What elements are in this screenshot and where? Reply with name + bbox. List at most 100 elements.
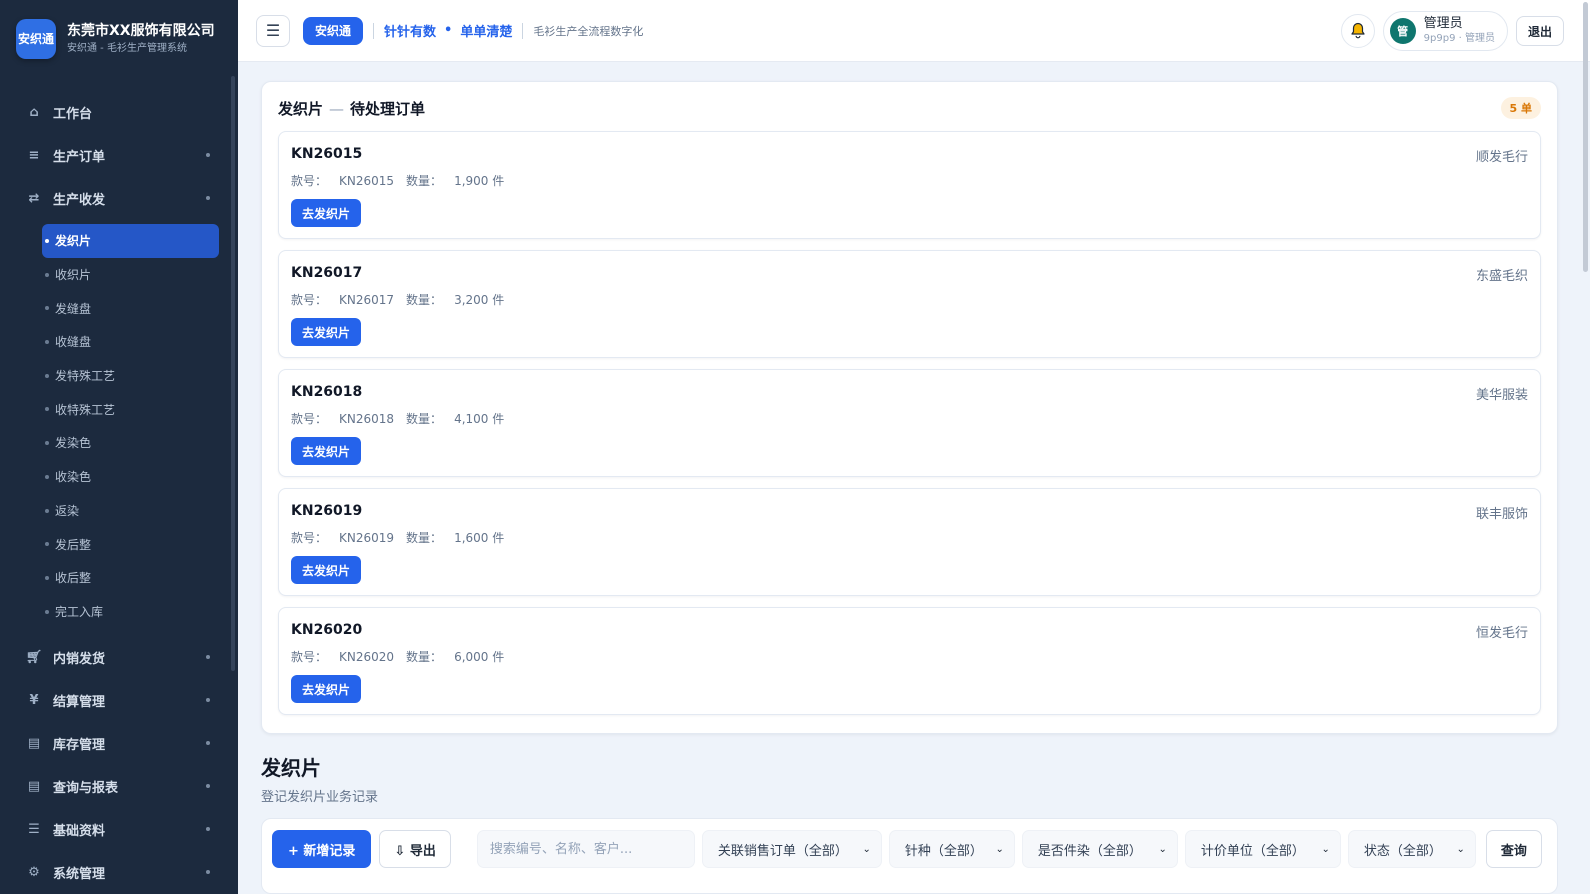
order-style: KN26020 bbox=[339, 650, 395, 664]
slogan: 针针有数 • 单单清楚 bbox=[384, 21, 512, 40]
notification-button[interactable] bbox=[1340, 14, 1375, 48]
pricing-unit-filter[interactable]: 计价单位（全部） ⌄ bbox=[1184, 830, 1341, 868]
submenu-item-receive-finishing[interactable]: 收后整 bbox=[42, 561, 219, 595]
submenu-item-finished-warehousing[interactable]: 完工入库 bbox=[42, 595, 219, 629]
chevron-icon bbox=[206, 784, 210, 789]
select-value: 计价单位（全部） bbox=[1200, 843, 1305, 859]
order-qty: 3,200 件 bbox=[454, 293, 505, 307]
sidebar-item-system[interactable]: ⚙ 系统管理 bbox=[0, 851, 238, 894]
submenu-item-receive-knit-panels[interactable]: 收织片 bbox=[42, 258, 219, 292]
order-style: KN26019 bbox=[339, 531, 395, 545]
order-code: KN26017 bbox=[291, 265, 363, 281]
order-card: KN26019 联丰服饰 款号： KN26019 数量： 1,600 件 去发织片 bbox=[278, 488, 1541, 596]
sidebar-scrollbar[interactable] bbox=[231, 76, 235, 671]
avatar: 管 bbox=[1389, 18, 1416, 44]
divider bbox=[373, 22, 375, 39]
panel-title: 发织片 — 待处理订单 bbox=[278, 98, 425, 119]
send-knit-panels-button[interactable]: 去发织片 bbox=[291, 437, 362, 465]
add-record-button[interactable]: + 新增记录 bbox=[272, 830, 372, 868]
order-qty: 1,900 件 bbox=[454, 174, 505, 188]
submenu-item-receive-dyeing[interactable]: 收染色 bbox=[42, 460, 219, 494]
style-label: 款号： bbox=[291, 531, 328, 545]
divider bbox=[522, 22, 524, 39]
sidebar-item-inventory[interactable]: ▤ 库存管理 bbox=[0, 722, 238, 765]
logout-button[interactable]: 退出 bbox=[1515, 16, 1564, 46]
panel-title-main: 发织片 bbox=[278, 100, 324, 118]
panel-title-separator: — bbox=[329, 100, 345, 118]
order-customer: 联丰服饰 bbox=[1475, 507, 1528, 522]
sidebar-item-settlement[interactable]: ¥ 结算管理 bbox=[0, 679, 238, 722]
brand: 安织通 东莞市XX服饰有限公司 安织通 - 毛衫生产管理系统 bbox=[0, 0, 238, 77]
order-code: KN26019 bbox=[291, 503, 363, 519]
select-value: 状态（全部） bbox=[1363, 843, 1442, 859]
order-code: KN26020 bbox=[291, 622, 363, 638]
chevron-icon bbox=[206, 870, 210, 875]
select-value: 关联销售订单（全部） bbox=[717, 843, 848, 859]
hamburger-icon: ☰ bbox=[265, 21, 281, 40]
chevron-icon bbox=[206, 698, 210, 703]
sidebar: 安织通 东莞市XX服饰有限公司 安织通 - 毛衫生产管理系统 ⌂ 工作台 ≡ 生… bbox=[0, 0, 238, 894]
order-meta: 款号： KN26019 数量： 1,600 件 bbox=[291, 529, 504, 546]
send-knit-panels-button[interactable]: 去发织片 bbox=[291, 318, 362, 346]
user-menu[interactable]: 管 管理员 9p9p9 · 管理员 bbox=[1382, 11, 1508, 51]
sidebar-item-production-transfer[interactable]: ⇄ 生产收发 bbox=[0, 177, 238, 220]
status-filter[interactable]: 状态（全部） ⌄ bbox=[1347, 830, 1476, 868]
query-button[interactable]: 查询 bbox=[1485, 830, 1542, 868]
bell-icon bbox=[1351, 22, 1365, 39]
gauge-filter[interactable]: 针种（全部） ⌄ bbox=[888, 830, 1015, 868]
chevron-icon bbox=[206, 827, 210, 832]
sidebar-item-label: 结算管理 bbox=[53, 695, 106, 711]
select-value: 针种（全部） bbox=[904, 843, 983, 859]
order-card: KN26015 顺发毛行 款号： KN26015 数量： 1,900 件 去发织片 bbox=[278, 131, 1541, 239]
chevron-icon bbox=[206, 196, 210, 200]
company-name: 东莞市XX服饰有限公司 bbox=[67, 22, 215, 39]
search-input[interactable] bbox=[476, 830, 695, 868]
qty-label: 数量： bbox=[406, 412, 443, 426]
sidebar-item-label: 基础资料 bbox=[53, 824, 106, 840]
order-qty: 4,100 件 bbox=[454, 412, 505, 426]
app-name-badge: 安织通 bbox=[303, 16, 364, 45]
order-meta: 款号： KN26020 数量： 6,000 件 bbox=[291, 648, 504, 665]
pending-orders-panel: 发织片 — 待处理订单 5 单 KN26015 顺发毛行 款号： KN26015 数量：… bbox=[261, 81, 1558, 734]
submenu-item-send-special-process[interactable]: 发特殊工艺 bbox=[42, 359, 219, 393]
order-customer: 恒发毛行 bbox=[1475, 626, 1528, 641]
submenu-item-redye[interactable]: 返染 bbox=[42, 494, 219, 528]
send-knit-panels-button[interactable]: 去发织片 bbox=[291, 199, 362, 227]
menu-toggle-button[interactable]: ☰ bbox=[256, 14, 290, 47]
submenu-item-receive-linking[interactable]: 收缝盘 bbox=[42, 325, 219, 359]
submenu-item-receive-special-process[interactable]: 收特殊工艺 bbox=[42, 392, 219, 426]
page-title: 发织片 bbox=[261, 756, 321, 780]
qty-label: 数量： bbox=[406, 650, 443, 664]
sidebar-item-reports[interactable]: ▤ 查询与报表 bbox=[0, 765, 238, 808]
chevron-down-icon: ⌄ bbox=[1456, 843, 1465, 855]
style-label: 款号： bbox=[291, 650, 328, 664]
cart-icon: 🛒︎ bbox=[25, 650, 43, 666]
sidebar-item-domestic-shipping[interactable]: 🛒︎ 内销发货 bbox=[0, 636, 238, 679]
chevron-down-icon: ⌄ bbox=[1158, 843, 1167, 855]
send-knit-panels-button[interactable]: 去发织片 bbox=[291, 675, 362, 703]
submenu-item-send-finishing[interactable]: 发后整 bbox=[42, 527, 219, 561]
sidebar-item-master-data[interactable]: ☰ 基础资料 bbox=[0, 808, 238, 851]
submenu-item-send-knit-panels[interactable]: 发织片 bbox=[42, 224, 219, 258]
export-button[interactable]: ⇩ 导出 bbox=[379, 830, 451, 868]
submenu-production-transfer: 发织片 收织片 发缝盘 收缝盘 发特殊工艺 收特殊工艺 发染色 收染色 返染 发… bbox=[0, 220, 238, 636]
order-qty: 6,000 件 bbox=[454, 650, 505, 664]
sidebar-item-label: 查询与报表 bbox=[53, 781, 119, 797]
order-style: KN26018 bbox=[339, 412, 395, 426]
piece-dye-filter[interactable]: 是否件染（全部） ⌄ bbox=[1021, 830, 1178, 868]
report-icon: ▤ bbox=[27, 779, 41, 795]
submenu-item-send-linking[interactable]: 发缝盘 bbox=[42, 291, 219, 325]
sales-order-filter[interactable]: 关联销售订单（全部） ⌄ bbox=[701, 830, 882, 868]
sidebar-item-workbench[interactable]: ⌂ 工作台 bbox=[0, 91, 238, 134]
pending-count-badge: 5 单 bbox=[1500, 97, 1541, 119]
tagline: 毛衫生产全流程数字化 bbox=[533, 24, 644, 38]
order-meta: 款号： KN26015 数量： 1,900 件 bbox=[291, 172, 504, 189]
page-scrollbar[interactable] bbox=[1583, 2, 1588, 272]
chevron-down-icon: ⌄ bbox=[862, 843, 871, 855]
submenu-item-send-dyeing[interactable]: 发染色 bbox=[42, 426, 219, 460]
brand-logo: 安织通 bbox=[16, 18, 56, 59]
sidebar-item-production-orders[interactable]: ≡ 生产订单 bbox=[0, 134, 238, 177]
system-subtitle: 安织通 - 毛衫生产管理系统 bbox=[67, 42, 187, 54]
home-icon: ⌂ bbox=[29, 105, 39, 120]
send-knit-panels-button[interactable]: 去发织片 bbox=[291, 556, 362, 584]
